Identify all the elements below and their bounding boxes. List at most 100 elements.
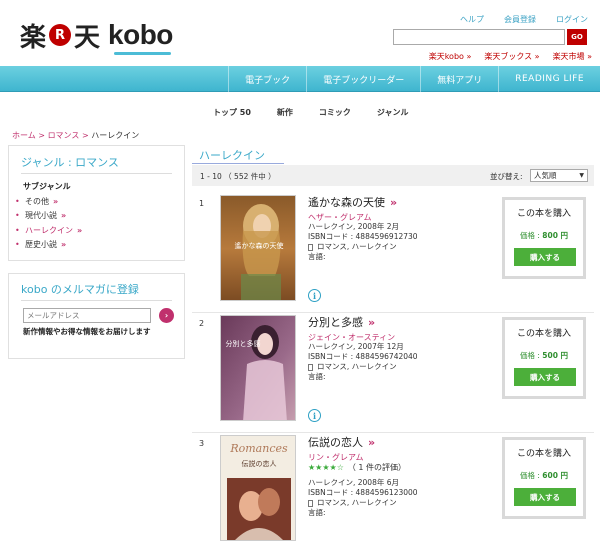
newsletter-description: 新作情報やお得な情報をお届けします bbox=[23, 327, 151, 336]
divider bbox=[21, 173, 172, 174]
price-value: 800 円 bbox=[542, 231, 569, 240]
buy-button[interactable]: 購入する bbox=[514, 368, 576, 386]
site-link-books[interactable]: 楽天ブックス » bbox=[484, 51, 539, 62]
subgenre-item-other[interactable]: • その他 » bbox=[15, 194, 82, 209]
newsletter-submit-button[interactable]: › bbox=[159, 308, 174, 323]
main-nav: 電子ブック 電子ブックリーダー 無料アプリ READING LIFE bbox=[0, 66, 600, 92]
book-title[interactable]: 伝説の恋人 » bbox=[308, 434, 375, 450]
buy-box: この本を購入 価格 : 800 円 購入する bbox=[502, 197, 586, 279]
logo-raku: 楽 bbox=[20, 22, 47, 53]
chevron-right-icon: » bbox=[77, 225, 83, 235]
nav-ebooks[interactable]: 電子ブック bbox=[228, 66, 306, 92]
subnav-genre[interactable]: ジャンル bbox=[377, 107, 409, 118]
cover-title-text: 遙かな森の天使 bbox=[235, 241, 284, 250]
book-rating: ★★★★☆ （ 1 件の評価） bbox=[308, 462, 406, 473]
book-publisher: ハーレクイン, 2007年 12月 bbox=[308, 342, 404, 351]
genre-box: ジャンル : ロマンス サブジャンル • その他 » • 現代小説 » • ハーレクイン »… bbox=[8, 145, 185, 261]
buy-button[interactable]: 購入する bbox=[514, 248, 576, 266]
sort-value: 人気順 bbox=[534, 171, 557, 180]
book-genre-text: ロマンス, ハーレクイン bbox=[317, 242, 397, 251]
book-rank: 3 bbox=[199, 439, 205, 448]
buy-button[interactable]: 購入する bbox=[514, 488, 576, 506]
email-field[interactable] bbox=[23, 308, 151, 323]
breadcrumb-romance[interactable]: ロマンス bbox=[48, 131, 80, 140]
book-title-text: 分別と多感 bbox=[308, 316, 363, 329]
logo-r-icon: R bbox=[49, 24, 72, 46]
site-link-ichiba[interactable]: 楽天市場 » bbox=[553, 51, 592, 62]
logo-kobo: kobo bbox=[108, 19, 173, 55]
book-isbn: ISBNコード : 4884596912730 bbox=[308, 232, 418, 241]
price-value: 500 円 bbox=[542, 351, 569, 360]
subgenre-item-harlequin[interactable]: • ハーレクイン » bbox=[15, 223, 82, 238]
chevron-right-icon: » bbox=[368, 316, 376, 329]
chevron-right-icon: » bbox=[53, 196, 59, 206]
book-item: 2 分別と多感 分別と多感» ジェイン・オースティン ハーレクイン, 2007年… bbox=[192, 313, 594, 433]
subgenre-list: • その他 » • 現代小説 » • ハーレクイン » • 歴史小説 » bbox=[15, 194, 82, 252]
search-input[interactable] bbox=[393, 29, 565, 45]
search-button[interactable]: GO bbox=[567, 29, 587, 45]
help-link[interactable]: ヘルプ bbox=[460, 14, 484, 25]
cover-image: 遙かな森の天使 bbox=[221, 196, 295, 300]
tag-icon bbox=[308, 499, 313, 507]
subgenre-label: ハーレクイン bbox=[25, 225, 73, 235]
subnav-new[interactable]: 新作 bbox=[277, 107, 293, 118]
tag-icon bbox=[308, 243, 313, 251]
nav-ereaders[interactable]: 電子ブックリーダー bbox=[306, 66, 420, 92]
book-isbn: ISBNコード : 4884596123000 bbox=[308, 488, 418, 497]
subgenre-label: 現代小説 bbox=[25, 211, 57, 221]
book-publisher: ハーレクイン, 2008年 2月 bbox=[308, 222, 400, 231]
sub-nav: トップ 50 新作 コミック ジャンル bbox=[213, 107, 409, 118]
book-title[interactable]: 分別と多感 » bbox=[308, 314, 375, 330]
info-icon[interactable]: i bbox=[308, 409, 321, 422]
book-genres: ロマンス, ハーレクイン bbox=[308, 242, 418, 252]
book-cover[interactable]: Romances 伝説の恋人 bbox=[220, 435, 296, 541]
nav-free-apps[interactable]: 無料アプリ bbox=[420, 66, 498, 92]
book-title-text: 遙かな森の天使 bbox=[308, 196, 385, 209]
chevron-down-icon: ▼ bbox=[579, 172, 584, 179]
subgenre-heading: サブジャンル bbox=[23, 182, 71, 191]
cover-image: Romances 伝説の恋人 bbox=[221, 436, 295, 540]
book-price: 価格 : 500 円 bbox=[505, 350, 583, 361]
register-link[interactable]: 会員登録 bbox=[504, 14, 536, 25]
newsletter-title: kobo のメルマガに登録 bbox=[21, 283, 139, 296]
breadcrumb-sep: > bbox=[35, 131, 48, 140]
breadcrumb-home[interactable]: ホーム bbox=[12, 131, 36, 140]
rating-count: （ 1 件の評価） bbox=[347, 463, 407, 472]
book-meta: ハーレクイン, 2007年 12月 ISBNコード : 488459674204… bbox=[308, 342, 418, 382]
subgenre-label: その他 bbox=[25, 196, 49, 206]
book-price: 価格 : 800 円 bbox=[505, 230, 583, 241]
genre-title: ジャンル : ロマンス bbox=[21, 156, 119, 169]
subgenre-item-historical[interactable]: • 歴史小説 » bbox=[15, 238, 82, 253]
rakuten-kobo-logo[interactable]: 楽 R 天 kobo bbox=[20, 18, 173, 55]
subgenre-item-contemporary[interactable]: • 現代小説 » bbox=[15, 209, 82, 224]
top-links: ヘルプ 会員登録 ログイン bbox=[460, 14, 588, 25]
breadcrumb: ホーム > ロマンス > ハーレクイン bbox=[12, 130, 139, 141]
star-rating-icon: ★★★★☆ bbox=[308, 463, 344, 472]
book-rank: 2 bbox=[199, 319, 205, 328]
buy-heading: この本を購入 bbox=[516, 449, 571, 459]
subnav-comics[interactable]: コミック bbox=[319, 107, 351, 118]
info-icon[interactable]: i bbox=[308, 289, 321, 302]
divider bbox=[21, 300, 172, 301]
book-title[interactable]: 遙かな森の天使 » bbox=[308, 194, 397, 210]
cover-banner-text: Romances bbox=[229, 442, 288, 455]
logo-ten: 天 bbox=[74, 22, 101, 53]
book-cover[interactable]: 分別と多感 bbox=[220, 315, 296, 421]
bullet-icon: • bbox=[15, 240, 20, 250]
site-links: 楽天kobo » 楽天ブックス » 楽天市場 » bbox=[429, 51, 592, 62]
price-label: 価格 : bbox=[519, 351, 540, 360]
chevron-right-icon: » bbox=[390, 196, 398, 209]
sort-select[interactable]: 人気順 ▼ bbox=[530, 169, 588, 182]
book-cover[interactable]: 遙かな森の天使 bbox=[220, 195, 296, 301]
book-item: 1 遙かな森の天使 遙かな森の天使» ヘザー・グレアム ハーレクイン, 2008… bbox=[192, 193, 594, 313]
cover-title-text: 分別と多感 bbox=[226, 339, 261, 348]
book-isbn: ISBNコード : 4884596742040 bbox=[308, 352, 418, 361]
buy-heading: この本を購入 bbox=[516, 329, 571, 339]
subnav-top50[interactable]: トップ 50 bbox=[213, 107, 251, 118]
book-title-text: 伝説の恋人 bbox=[308, 436, 363, 449]
buy-heading: この本を購入 bbox=[516, 209, 571, 219]
book-item: 3 Romances 伝説の恋人 伝説の恋人» リン・グレアム ★★★★☆ （ … bbox=[192, 433, 594, 541]
nav-reading-life[interactable]: READING LIFE bbox=[498, 66, 600, 92]
login-link[interactable]: ログイン bbox=[556, 14, 588, 25]
site-link-kobo[interactable]: 楽天kobo » bbox=[429, 51, 472, 62]
